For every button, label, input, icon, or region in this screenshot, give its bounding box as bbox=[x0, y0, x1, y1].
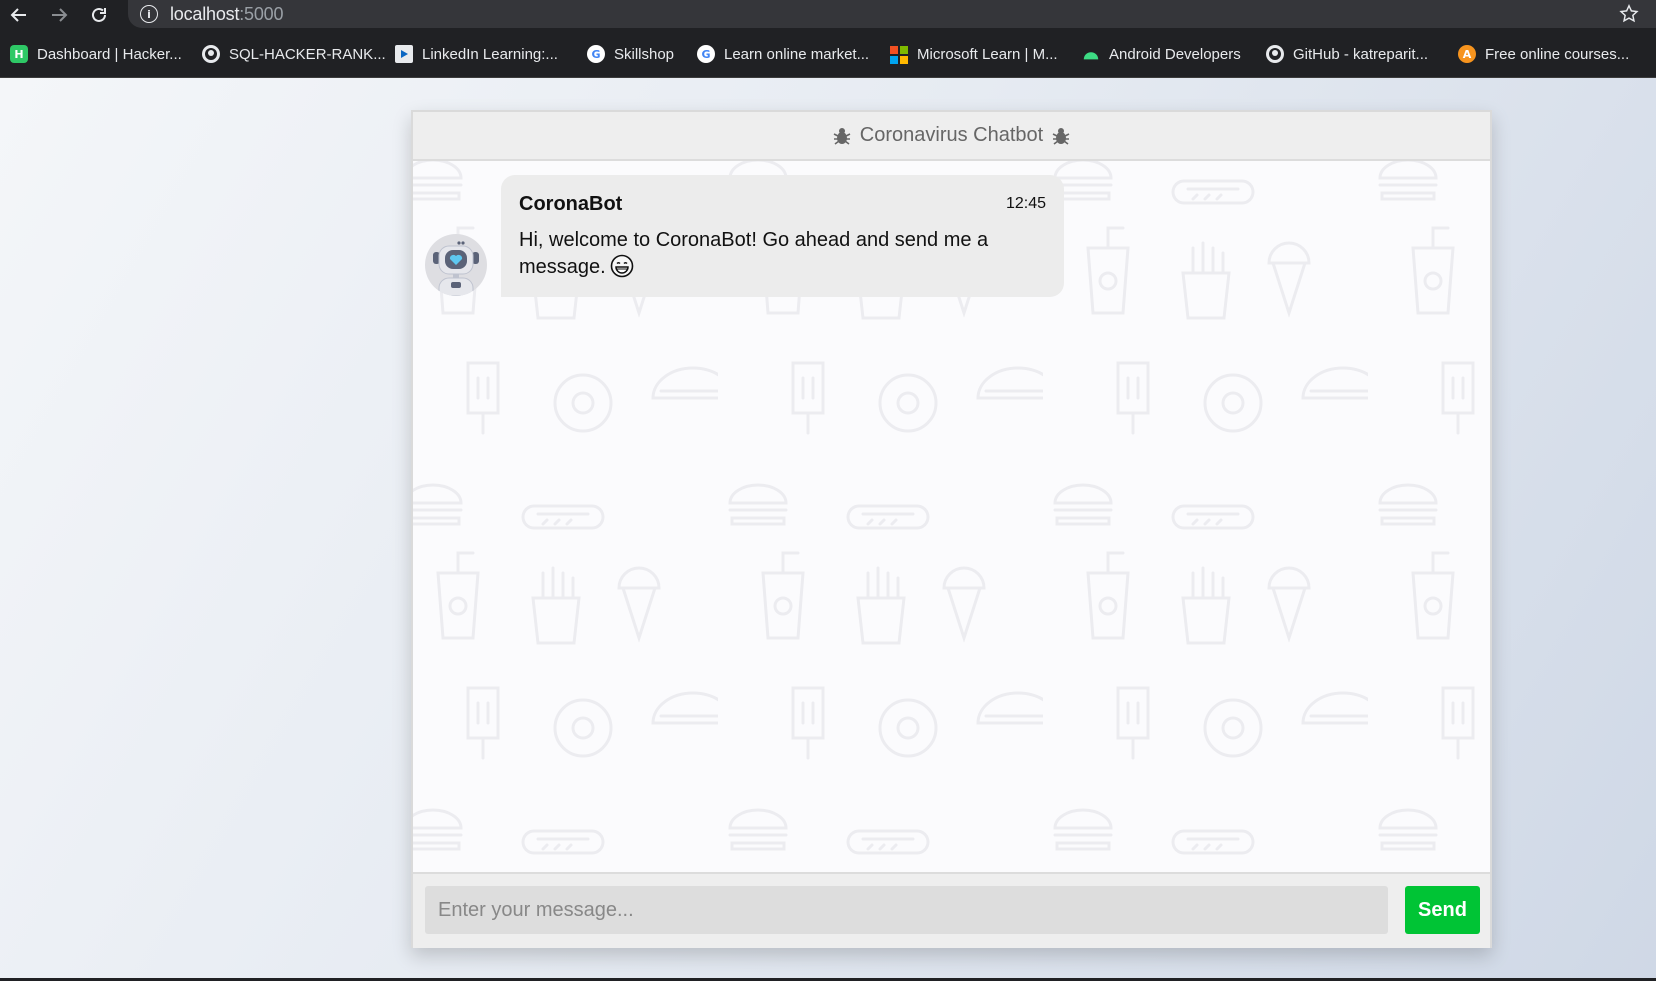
send-button[interactable]: Send bbox=[1405, 886, 1480, 934]
bookmark-label: LinkedIn Learning:... bbox=[422, 45, 558, 63]
star-icon[interactable] bbox=[1618, 3, 1640, 30]
grinning-emoji-icon bbox=[610, 254, 634, 278]
bookmark-label: Learn online market... bbox=[724, 45, 870, 63]
hackerrank-icon: H bbox=[10, 45, 28, 63]
bookmark-item[interactable]: LinkedIn Learning:... bbox=[395, 42, 558, 66]
github-icon bbox=[202, 45, 220, 63]
bookmark-item[interactable]: Android Developers bbox=[1082, 42, 1241, 66]
url-text: localhost:5000 bbox=[170, 4, 284, 24]
bookmarks-bar: H Dashboard | Hacker... SQL-HACKER-RANK.… bbox=[0, 30, 1656, 78]
bookmark-label: Android Developers bbox=[1109, 45, 1241, 63]
linkedin-learning-icon bbox=[395, 45, 413, 63]
android-icon bbox=[1082, 45, 1100, 63]
message-area[interactable]: CoronaBot 12:45 Hi, welcome to CoronaBot… bbox=[413, 161, 1490, 871]
bookmark-label: SQL-HACKER-RANK... bbox=[229, 45, 386, 63]
chat-window: Coronavirus Chatbot CoronaBot 12:45 Hi, … bbox=[411, 110, 1492, 948]
bot-avatar bbox=[425, 234, 487, 296]
bug-icon bbox=[1052, 127, 1070, 145]
reload-button[interactable] bbox=[82, 0, 116, 30]
address-bar[interactable]: i localhost:5000 bbox=[128, 0, 1656, 28]
message-text: Hi, welcome to CoronaBot! Go ahead and s… bbox=[519, 229, 989, 278]
bookmark-item[interactable]: Microsoft Learn | M... bbox=[889, 42, 1058, 66]
message-time: 12:45 bbox=[1005, 195, 1046, 212]
bookmark-label: Microsoft Learn | M... bbox=[917, 45, 1058, 63]
info-icon[interactable]: i bbox=[140, 5, 158, 23]
forward-button[interactable] bbox=[42, 0, 76, 30]
google-icon: G bbox=[697, 45, 715, 63]
message-text-container: Hi, welcome to CoronaBot! Go ahead and s… bbox=[519, 227, 1039, 281]
message-sender: CoronaBot bbox=[519, 193, 623, 215]
arrow-left-icon bbox=[10, 8, 26, 22]
robot-icon bbox=[433, 241, 479, 296]
back-button[interactable] bbox=[2, 0, 36, 30]
bookmark-item[interactable]: G Skillshop bbox=[587, 42, 674, 66]
bookmark-item[interactable]: G Learn online market... bbox=[697, 42, 869, 66]
bookmark-label: Free online courses... bbox=[1485, 45, 1630, 63]
bookmark-item[interactable]: GitHub - katreparit... bbox=[1266, 42, 1428, 66]
github-icon bbox=[1266, 45, 1284, 63]
bookmark-item[interactable]: A Free online courses... bbox=[1458, 42, 1629, 66]
message-bubble: CoronaBot 12:45 Hi, welcome to CoronaBot… bbox=[501, 175, 1064, 297]
chat-header: Coronavirus Chatbot bbox=[413, 112, 1490, 161]
microsoft-icon bbox=[889, 45, 908, 64]
message-input[interactable] bbox=[425, 886, 1388, 934]
bookmark-label: Dashboard | Hacker... bbox=[37, 45, 182, 63]
composer-bar: Send bbox=[413, 872, 1490, 948]
arrow-right-icon bbox=[52, 8, 68, 22]
browser-toolbar: i localhost:5000 bbox=[0, 0, 1656, 30]
google-icon: G bbox=[587, 45, 605, 63]
bookmark-label: Skillshop bbox=[614, 45, 675, 63]
bug-icon bbox=[833, 127, 851, 145]
bookmark-item[interactable]: H Dashboard | Hacker... bbox=[10, 42, 182, 66]
reload-icon bbox=[92, 7, 106, 22]
free-courses-icon: A bbox=[1458, 45, 1476, 63]
chat-title: Coronavirus Chatbot bbox=[859, 124, 1044, 146]
bookmark-label: GitHub - katreparit... bbox=[1293, 45, 1429, 63]
bookmark-item[interactable]: SQL-HACKER-RANK... bbox=[202, 42, 386, 66]
